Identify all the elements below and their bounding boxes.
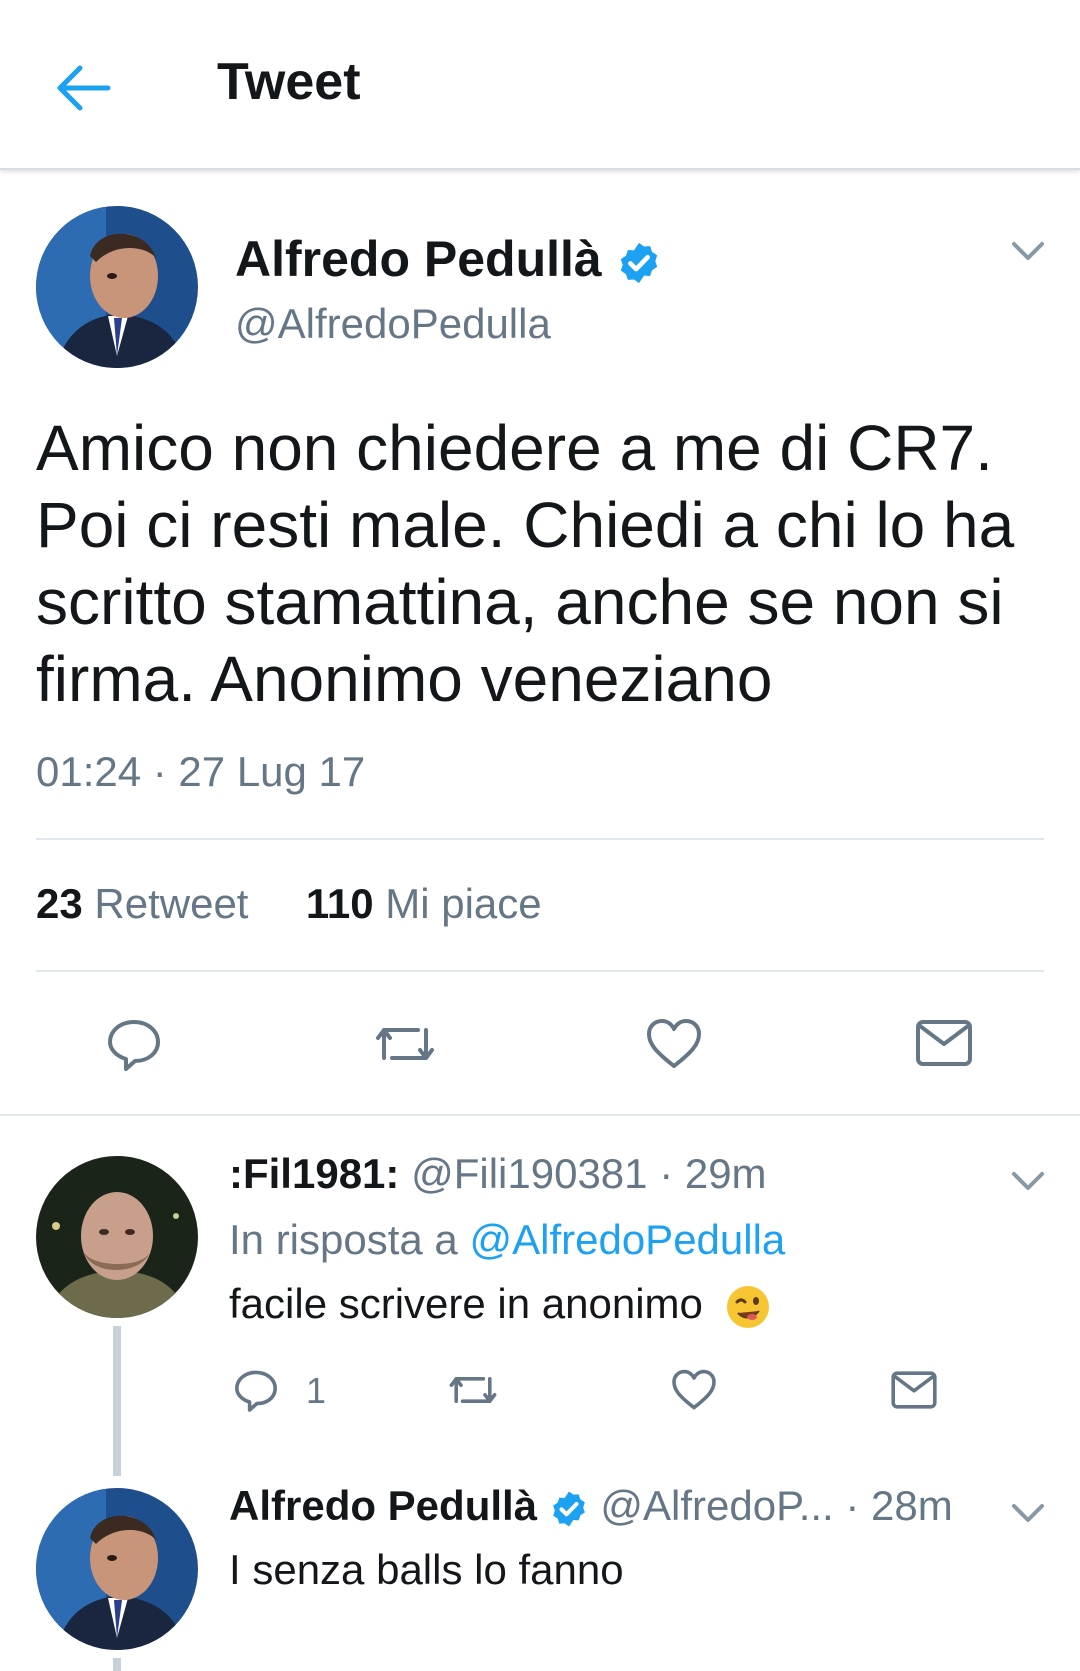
verified-badge-icon <box>620 242 657 283</box>
author-name-text: Alfredo Pedullà <box>235 231 602 287</box>
retweet-button[interactable] <box>370 1014 440 1079</box>
like-count: 110 <box>305 880 374 927</box>
reply-header: Alfredo Pedullà @AlfredoP... · 28m <box>229 1482 953 1530</box>
winking-face-icon <box>726 1285 769 1328</box>
divider <box>36 838 1044 840</box>
reply-bubble-icon <box>108 1020 160 1071</box>
share-button[interactable] <box>914 1016 974 1075</box>
thread-line <box>113 1658 121 1671</box>
reply-time: · 28m <box>845 1482 953 1529</box>
envelope-icon <box>916 1020 972 1066</box>
like-label: Mi piace <box>385 880 542 927</box>
retweet-stat[interactable]: 23 Retweet <box>36 880 248 927</box>
reply-reply-button[interactable] <box>232 1366 280 1419</box>
reply-text-line: facile scrivere in anonimo <box>229 1280 771 1330</box>
tweet-stats: 23 Retweet 110 Mi piace <box>36 880 542 928</box>
reply-author-name[interactable]: Alfredo Pedullà <box>229 1482 537 1529</box>
reply-to-label: In risposta a <box>229 1216 458 1263</box>
top-app-bar: Tweet <box>0 0 1080 170</box>
like-stat[interactable]: 110 Mi piace <box>306 880 542 927</box>
reply-author-name[interactable]: :Fil1981: <box>229 1150 399 1197</box>
verified-badge-icon <box>552 1491 585 1527</box>
envelope-icon <box>891 1371 937 1409</box>
reply-count: 1 <box>306 1370 327 1411</box>
reply-author-handle[interactable]: @Fili190381 <box>411 1150 647 1197</box>
reply-avatar[interactable] <box>36 1156 198 1318</box>
author-avatar[interactable] <box>36 206 198 368</box>
arrow-left-icon <box>57 65 111 111</box>
tweet-text: Amico non chiedere a me di CR7. Poi ci r… <box>36 412 1015 715</box>
chevron-down-icon <box>1012 242 1044 260</box>
reply-options-button[interactable] <box>1008 1168 1048 1196</box>
reply-text: I senza balls lo fanno <box>229 1546 624 1593</box>
heart-icon <box>647 1019 701 1068</box>
reply-to-line: In risposta a @AlfredoPedulla <box>229 1216 785 1264</box>
thread-line <box>113 1326 121 1476</box>
reply-bubble-icon <box>235 1370 277 1412</box>
reply-avatar[interactable] <box>36 1488 198 1650</box>
reply-time: · 29m <box>659 1150 767 1197</box>
divider <box>36 970 1044 972</box>
section-divider <box>0 1114 1080 1116</box>
chevron-down-icon <box>1012 1172 1044 1190</box>
reply-share-button[interactable] <box>890 1368 938 1417</box>
author-name[interactable]: Alfredo Pedullà <box>235 230 662 288</box>
reply-to-mention[interactable]: @AlfredoPedulla <box>469 1216 785 1263</box>
heart-icon <box>672 1369 716 1410</box>
back-button[interactable] <box>52 56 116 120</box>
retweet-count: 23 <box>36 880 83 927</box>
reply-button[interactable] <box>104 1014 164 1079</box>
retweet-icon <box>376 1028 434 1060</box>
reply-retweet-button[interactable] <box>444 1366 502 1419</box>
chevron-down-icon <box>1012 1504 1044 1522</box>
tweet-options-button[interactable] <box>1008 238 1048 266</box>
tweet-timestamp: 01:24 · 27 Lug 17 <box>36 748 366 795</box>
retweet-icon <box>449 1377 497 1403</box>
reply-author-handle[interactable]: @AlfredoP... <box>600 1482 833 1529</box>
page-title: Tweet <box>217 53 361 111</box>
reply-options-button[interactable] <box>1008 1500 1048 1528</box>
reply-text: facile scrivere in anonimo <box>229 1280 703 1327</box>
reply-header: :Fil1981: @Fili190381 · 29m <box>229 1150 767 1198</box>
author-handle[interactable]: @AlfredoPedulla <box>235 300 551 348</box>
retweet-label: Retweet <box>94 880 249 927</box>
reply-like-button[interactable] <box>670 1366 718 1419</box>
like-button[interactable] <box>644 1014 704 1079</box>
